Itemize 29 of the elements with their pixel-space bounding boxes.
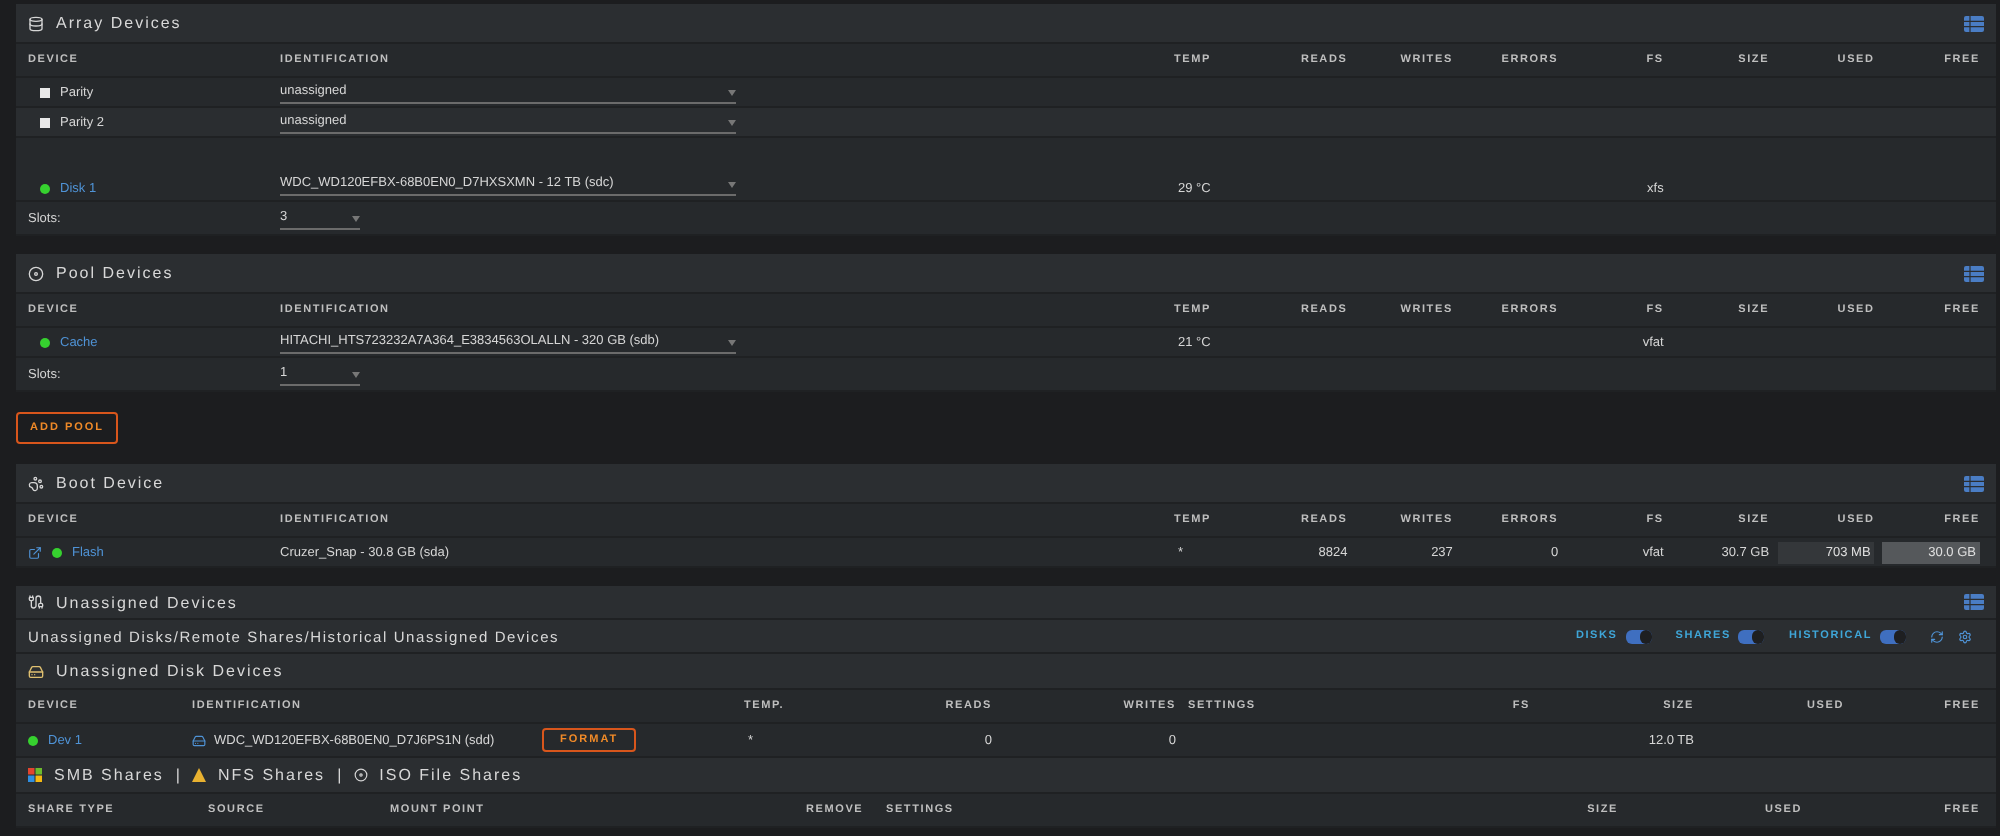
toggle-switch[interactable] <box>1738 629 1765 643</box>
section-title: Boot Device <box>56 474 165 492</box>
windows-icon <box>28 768 42 782</box>
list-icon[interactable] <box>1964 15 1984 31</box>
settings-icon[interactable] <box>1958 629 1972 643</box>
separator: | <box>337 766 342 784</box>
section-title: Array Devices <box>56 14 182 32</box>
list-icon[interactable] <box>1964 594 1984 610</box>
database-icon <box>28 15 44 31</box>
plug-icon <box>28 594 44 610</box>
toggle-switch[interactable] <box>1625 629 1652 643</box>
paw-icon <box>28 475 44 491</box>
hard-drive-icon <box>192 733 206 747</box>
toggle-switch[interactable] <box>1880 629 1906 643</box>
section-title[interactable]: NFS Shares <box>217 766 326 784</box>
section-title: Unassigned Devices <box>56 593 238 611</box>
section-title[interactable]: ISO File Shares <box>379 766 523 784</box>
disc-icon <box>28 265 44 281</box>
section-title: Unassigned Disk Devices <box>56 662 284 680</box>
external-link-icon[interactable] <box>28 545 42 559</box>
disc-icon <box>353 768 368 782</box>
separator: | <box>175 766 180 784</box>
section-title[interactable]: SMB Shares <box>54 766 164 784</box>
refresh-icon[interactable] <box>1930 629 1944 643</box>
list-icon[interactable] <box>1964 265 1984 281</box>
list-icon[interactable] <box>1964 475 1984 491</box>
section-title: Pool Devices <box>56 264 174 282</box>
hard-drive-icon <box>28 663 44 679</box>
cone-icon <box>191 768 206 782</box>
